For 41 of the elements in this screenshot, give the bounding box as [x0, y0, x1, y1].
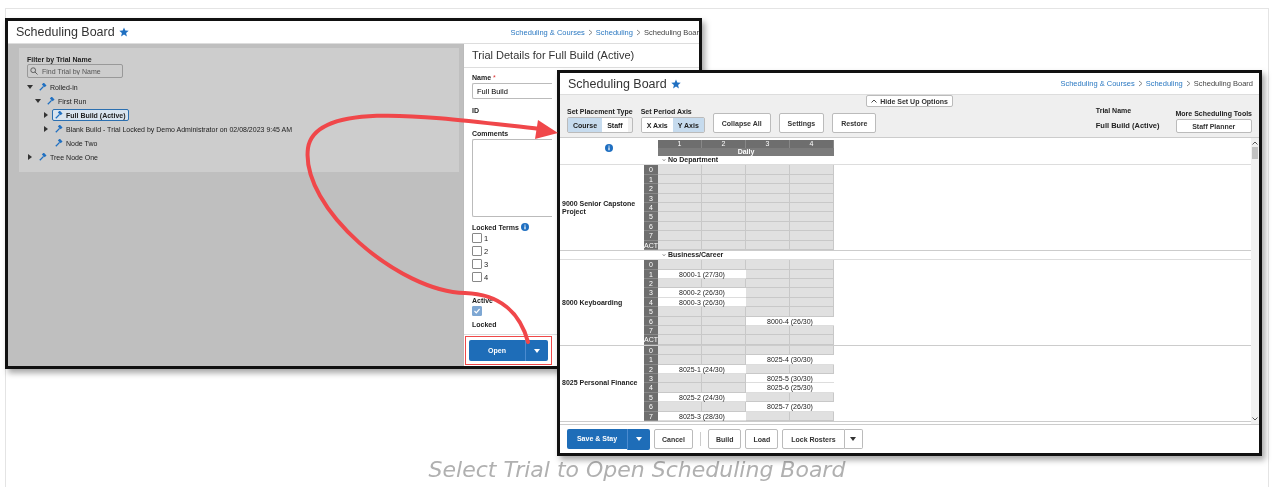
scroll-down-icon	[1252, 417, 1258, 421]
pin-icon	[39, 83, 47, 91]
dropdown-button[interactable]	[844, 429, 863, 449]
toggle-icon[interactable]	[43, 112, 49, 118]
checkbox[interactable]	[472, 233, 482, 243]
page-title: Scheduling Board	[16, 25, 115, 39]
scrollbar-thumb[interactable]	[1252, 147, 1258, 159]
chevron-up-icon	[871, 99, 878, 103]
caret-icon	[534, 348, 540, 353]
star-icon	[118, 27, 129, 37]
pin-icon	[55, 111, 63, 119]
toggle-icon[interactable]	[35, 98, 41, 104]
chevron-icon	[1137, 80, 1143, 87]
comments-field[interactable]	[472, 139, 552, 217]
caption: Select Trial to Open Scheduling Board	[428, 457, 846, 482]
caret-icon	[850, 437, 857, 441]
pin-icon	[55, 139, 63, 147]
scroll-up-icon	[1252, 141, 1258, 145]
scrollbar[interactable]	[1251, 138, 1259, 424]
chevron-icon	[587, 28, 593, 36]
panel-title: Trial Details for Full Build (Active)	[464, 44, 699, 68]
toggle-icon[interactable]	[27, 154, 33, 160]
search-icon	[30, 67, 38, 75]
toggle-icon[interactable]	[27, 84, 33, 90]
dropdown-button[interactable]	[525, 340, 548, 361]
page-title: Scheduling Board	[568, 76, 667, 91]
caret-icon	[636, 437, 642, 441]
chevron-icon	[1185, 80, 1191, 87]
checkbox[interactable]	[472, 259, 482, 269]
checkbox[interactable]	[472, 272, 482, 282]
star-icon	[670, 78, 681, 89]
checkbox[interactable]	[472, 246, 482, 256]
checkbox[interactable]	[472, 306, 482, 316]
chevron-icon	[635, 28, 641, 36]
pin-icon	[39, 153, 47, 161]
pin-icon	[47, 97, 55, 105]
dropdown-button[interactable]	[627, 428, 650, 450]
info-icon	[520, 223, 529, 231]
info-icon	[605, 144, 613, 152]
pin-icon	[55, 125, 63, 133]
toggle-icon[interactable]	[43, 126, 49, 132]
